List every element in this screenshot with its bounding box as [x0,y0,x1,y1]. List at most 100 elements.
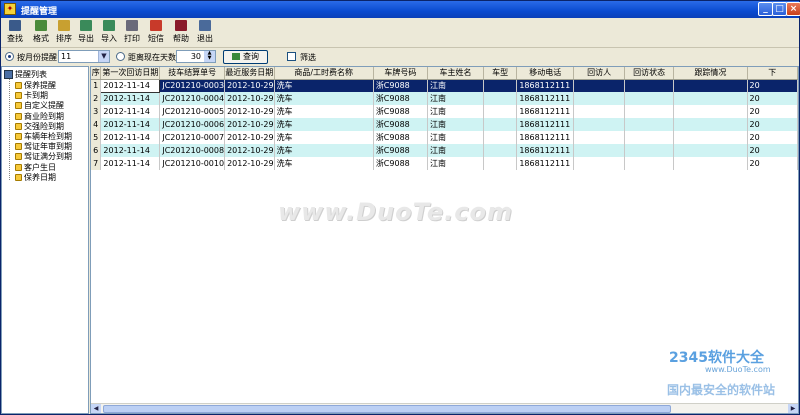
table-row[interactable]: 5 2012-11-14 JC201210-0007 2012-10-29 洗车 浙C90… [91,131,798,144]
table-cell-date: 2012-10-29 [224,79,275,92]
filter-checkbox[interactable] [287,52,296,61]
table-row[interactable]: 7 2012-11-14 JC201210-0010 2012-10-29 洗车 浙C90… [91,157,798,170]
column-header[interactable]: 回访人 [573,67,626,80]
table-cell-item: 洗车 [274,92,374,105]
table-cell-phone: 1868112111 [516,157,575,170]
table-cell-phone: 1868112111 [516,92,575,105]
column-header[interactable]: 回访状态 [624,67,675,80]
by-month-radio[interactable] [5,52,14,61]
toolbar-printer-button[interactable]: 打印 [121,20,143,46]
table-cell-phone: 1868112111 [516,118,575,131]
folder-icon [15,82,22,89]
table-cell-owner: 江南 [427,157,485,170]
maximize-button[interactable]: □ [772,2,787,16]
folder-icon [15,143,22,151]
tree-item-label: 驾证满分到期 [24,152,72,162]
toolbar-button-label: 排序 [56,34,72,43]
table-cell-next: 20 [747,79,798,92]
table-row[interactable]: 3 2012-11-14 JC201210-0005 2012-10-29 洗车 浙C90… [91,105,798,118]
table-cell-next: 20 [747,105,798,118]
month-select-value: 11 [61,52,72,61]
scroll-thumb[interactable] [103,405,671,413]
table-cell-status [624,105,675,118]
column-header[interactable]: 第一次回访日期 [100,67,161,80]
binoculars-icon [9,20,21,31]
toolbar-exit-button[interactable]: 退出 [194,20,216,46]
toolbar-help-book-button[interactable]: 帮助 [170,20,192,46]
table-cell-track [673,105,748,118]
toolbar-grid-format-button[interactable]: 格式 [30,20,52,46]
month-select[interactable]: 11 ▼ [58,50,110,63]
title-bar[interactable]: ✦ 提醒管理 _ □ × [1,1,800,18]
toolbar-binoculars-button[interactable]: 查找 [4,20,26,46]
minimize-button[interactable]: _ [758,2,773,16]
toolbar-import-button[interactable]: 导入 [98,20,120,46]
folder-icon [15,173,22,181]
spin-arrows-icon[interactable]: ▲ ▼ [204,51,215,62]
toolbar-sort-button[interactable]: 排序 [53,20,75,46]
folder-icon [15,163,22,171]
column-header[interactable]: 商品/工时费名称 [274,67,374,80]
column-header[interactable]: 车主姓名 [427,67,485,80]
column-header[interactable]: 下 [747,67,798,80]
table-cell-order: JC201210-0008 [159,144,226,157]
table-cell-owner: 江南 [427,131,485,144]
table-row[interactable]: 6 2012-11-14 JC201210-0008 2012-10-29 洗车 浙C90… [91,144,798,157]
folder-icon [15,92,22,100]
table-cell-visitor [573,144,626,157]
table-cell-visit: 2012-11-14 [100,105,161,118]
table-cell-order: JC201210-0007 [159,131,226,144]
column-header[interactable]: 车型 [483,67,518,80]
column-header[interactable]: 跟踪情况 [673,67,748,80]
tree-root[interactable]: 提醒列表 [4,69,47,80]
column-header[interactable]: 序 [91,67,102,80]
scroll-right-icon[interactable]: ▶ [788,404,798,413]
column-header[interactable]: 最近服务日期 [224,67,275,80]
table-cell-status [624,157,675,170]
app-icon: ✦ [4,3,16,15]
table-cell-status [624,118,675,131]
close-button[interactable]: × [786,2,800,16]
table-cell-model [483,92,518,105]
toolbar-button-label: 格式 [33,34,49,43]
tree-item-label: 保养提醒 [24,81,56,90]
toolbar-button-label: 查找 [7,34,23,43]
toolbar-button-label: 打印 [124,34,140,43]
exit-icon [199,20,211,31]
table-cell-owner: 江南 [427,118,485,131]
query-button[interactable]: 查询 [223,50,268,64]
table-cell-date: 2012-10-29 [224,92,275,105]
table-cell-order: JC201210-0006 [159,118,226,131]
table-cell-visitor [573,157,626,170]
table-cell-visitor [573,105,626,118]
table-cell-order: JC201210-0005 [159,105,226,118]
table-row[interactable]: 1 2012-11-14 JC201210-0003 2012-10-29 洗车 浙C90… [91,78,798,93]
scroll-left-icon[interactable]: ◀ [91,404,101,413]
filter-bar: 按月份提醒 11 ▼ 距离现在天数 30 ▲ ▼ 查询 筛选 [1,48,799,66]
table-cell-track [673,157,748,170]
toolbar-export-button[interactable]: 导出 [75,20,97,46]
toolbar-button-label: 短信 [148,34,164,43]
column-header[interactable]: 车牌号码 [373,67,429,80]
tree-item-label: 商业险到期 [24,111,64,121]
tree-item-label: 卡到期 [24,91,48,101]
by-days-radio[interactable] [116,52,125,61]
days-stepper[interactable]: 30 ▲ ▼ [176,50,216,63]
column-header[interactable]: 技车结算单号 [159,67,226,80]
toolbar-sms-button[interactable]: 短信 [145,20,167,46]
table-cell-model [483,105,518,118]
printer-icon [126,20,138,31]
table-cell-owner: 江南 [427,79,485,92]
table-cell-idx: 4 [91,118,102,131]
chevron-down-icon[interactable]: ▼ [98,51,109,62]
table-cell-idx: 7 [91,157,102,170]
tree-item[interactable]: 保养日期 [15,172,56,183]
table-row[interactable]: 4 2012-11-14 JC201210-0006 2012-10-29 洗车 浙C90… [91,118,798,131]
table-cell-next: 20 [747,157,798,170]
table-row[interactable]: 2 2012-11-14 JC201210-0004 2012-10-29 洗车 浙C90… [91,92,798,105]
column-header[interactable]: 移动电话 [516,67,575,80]
by-month-label: 按月份提醒 [17,53,57,62]
horizontal-scrollbar[interactable]: ◀ ▶ [91,403,798,413]
query-icon [232,53,240,60]
table-cell-item: 洗车 [274,105,374,118]
